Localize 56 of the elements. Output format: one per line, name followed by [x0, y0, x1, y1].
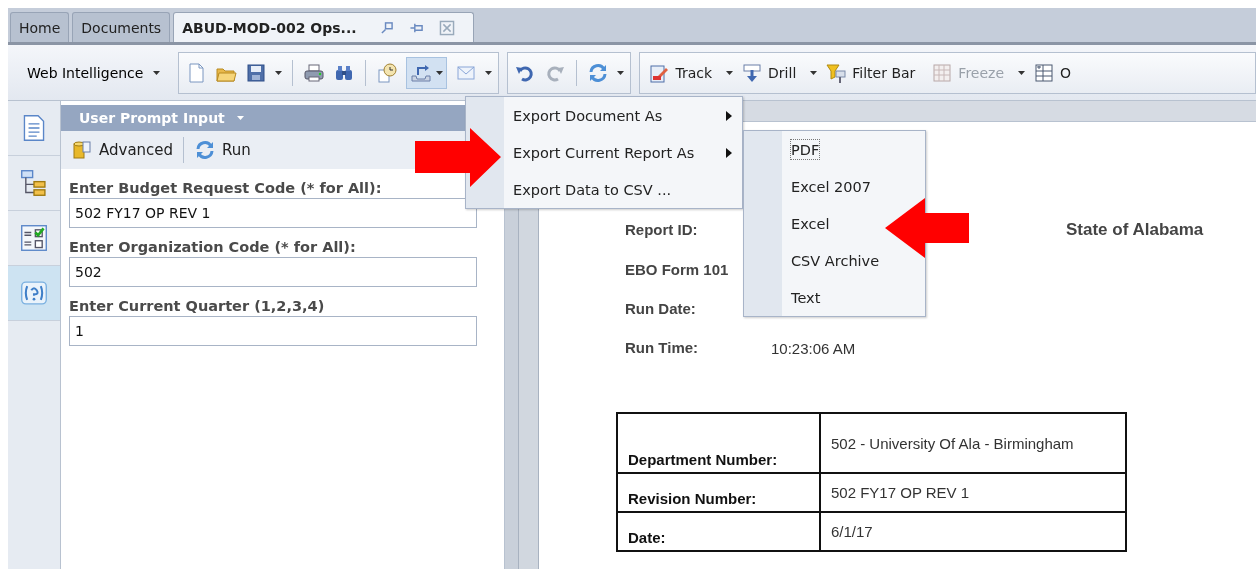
- table-cell: Revision Number:: [617, 473, 820, 512]
- cylinder-icon[interactable]: [71, 139, 93, 161]
- tab[interactable]: ABUD-MOD-002 Ops...: [173, 12, 474, 42]
- field-value: 10:23:06 AM: [771, 339, 857, 357]
- menu-item[interactable]: Export Document As: [504, 97, 742, 134]
- prompt-label: Enter Budget Request Code (* for All):: [69, 180, 383, 196]
- menu-item[interactable]: Export Data to CSV ...: [504, 171, 742, 208]
- tree-icon[interactable]: [19, 168, 49, 198]
- field-label: Report ID:: [625, 221, 699, 239]
- field-label: Run Time:: [625, 339, 700, 357]
- toolbar-button[interactable]: O: [1031, 61, 1080, 84]
- input-field[interactable]: 502: [69, 257, 477, 287]
- save-icon[interactable]: [245, 61, 268, 84]
- tab[interactable]: Home: [10, 12, 70, 42]
- drill-down-icon[interactable]: [741, 61, 764, 84]
- toolbar-button[interactable]: Track: [646, 61, 721, 84]
- prompt-label: Enter Organization Code (* for All):: [69, 239, 357, 255]
- app-menu[interactable]: Web Intelligence: [8, 64, 179, 81]
- menu-item[interactable]: CSV Archive: [782, 242, 889, 279]
- menu-item[interactable]: Excel 2007: [782, 168, 880, 205]
- caret-icon[interactable]: [275, 70, 283, 75]
- toolbar-button[interactable]: Advanced: [71, 139, 174, 161]
- filter-icon[interactable]: [825, 61, 848, 84]
- help-icon[interactable]: [19, 278, 49, 308]
- toolbar-button[interactable]: Filter Bar: [823, 61, 924, 84]
- table-icon[interactable]: [1033, 61, 1056, 84]
- menu-item[interactable]: Excel: [782, 205, 839, 242]
- caret-icon[interactable]: [436, 70, 444, 75]
- checklist-icon[interactable]: [19, 223, 49, 253]
- restore-icon[interactable]: [378, 19, 395, 36]
- table-cell: 502 FY17 OP REV 1: [820, 473, 1126, 512]
- table-cell: Department Number:: [617, 413, 820, 473]
- menu-item[interactable]: Text: [782, 279, 830, 316]
- caret-icon[interactable]: [810, 70, 818, 75]
- printer-icon[interactable]: [303, 61, 326, 84]
- table-cell: 6/1/17: [820, 512, 1126, 551]
- input-field[interactable]: 1: [69, 316, 477, 346]
- close-icon[interactable]: [438, 19, 455, 36]
- table-cell: Date:: [617, 512, 820, 551]
- field-label: Run Date:: [625, 300, 697, 318]
- tab[interactable]: Documents: [72, 12, 171, 42]
- report-title: State of Alabama: [1066, 220, 1205, 240]
- clock-icon[interactable]: [376, 61, 399, 84]
- caret-icon[interactable]: [153, 70, 161, 75]
- menu-item[interactable]: Export Current Report As: [504, 134, 742, 171]
- table-cell: 502 - University Of Ala - Birmingham: [820, 413, 1126, 473]
- toolbar-button[interactable]: Run: [194, 139, 251, 161]
- caret-icon[interactable]: [726, 70, 734, 75]
- menu-item[interactable]: PDF: [782, 131, 829, 168]
- prompt-label: Enter Current Quarter (1,2,3,4): [69, 298, 326, 314]
- toolbar-button[interactable]: Drill: [739, 61, 805, 84]
- export-button[interactable]: [406, 56, 448, 89]
- caret-icon[interactable]: [617, 70, 625, 75]
- field-label: EBO Form 101: [625, 261, 730, 279]
- caret-icon[interactable]: [485, 70, 493, 75]
- input-field[interactable]: 502 FY17 OP REV 1: [69, 198, 477, 228]
